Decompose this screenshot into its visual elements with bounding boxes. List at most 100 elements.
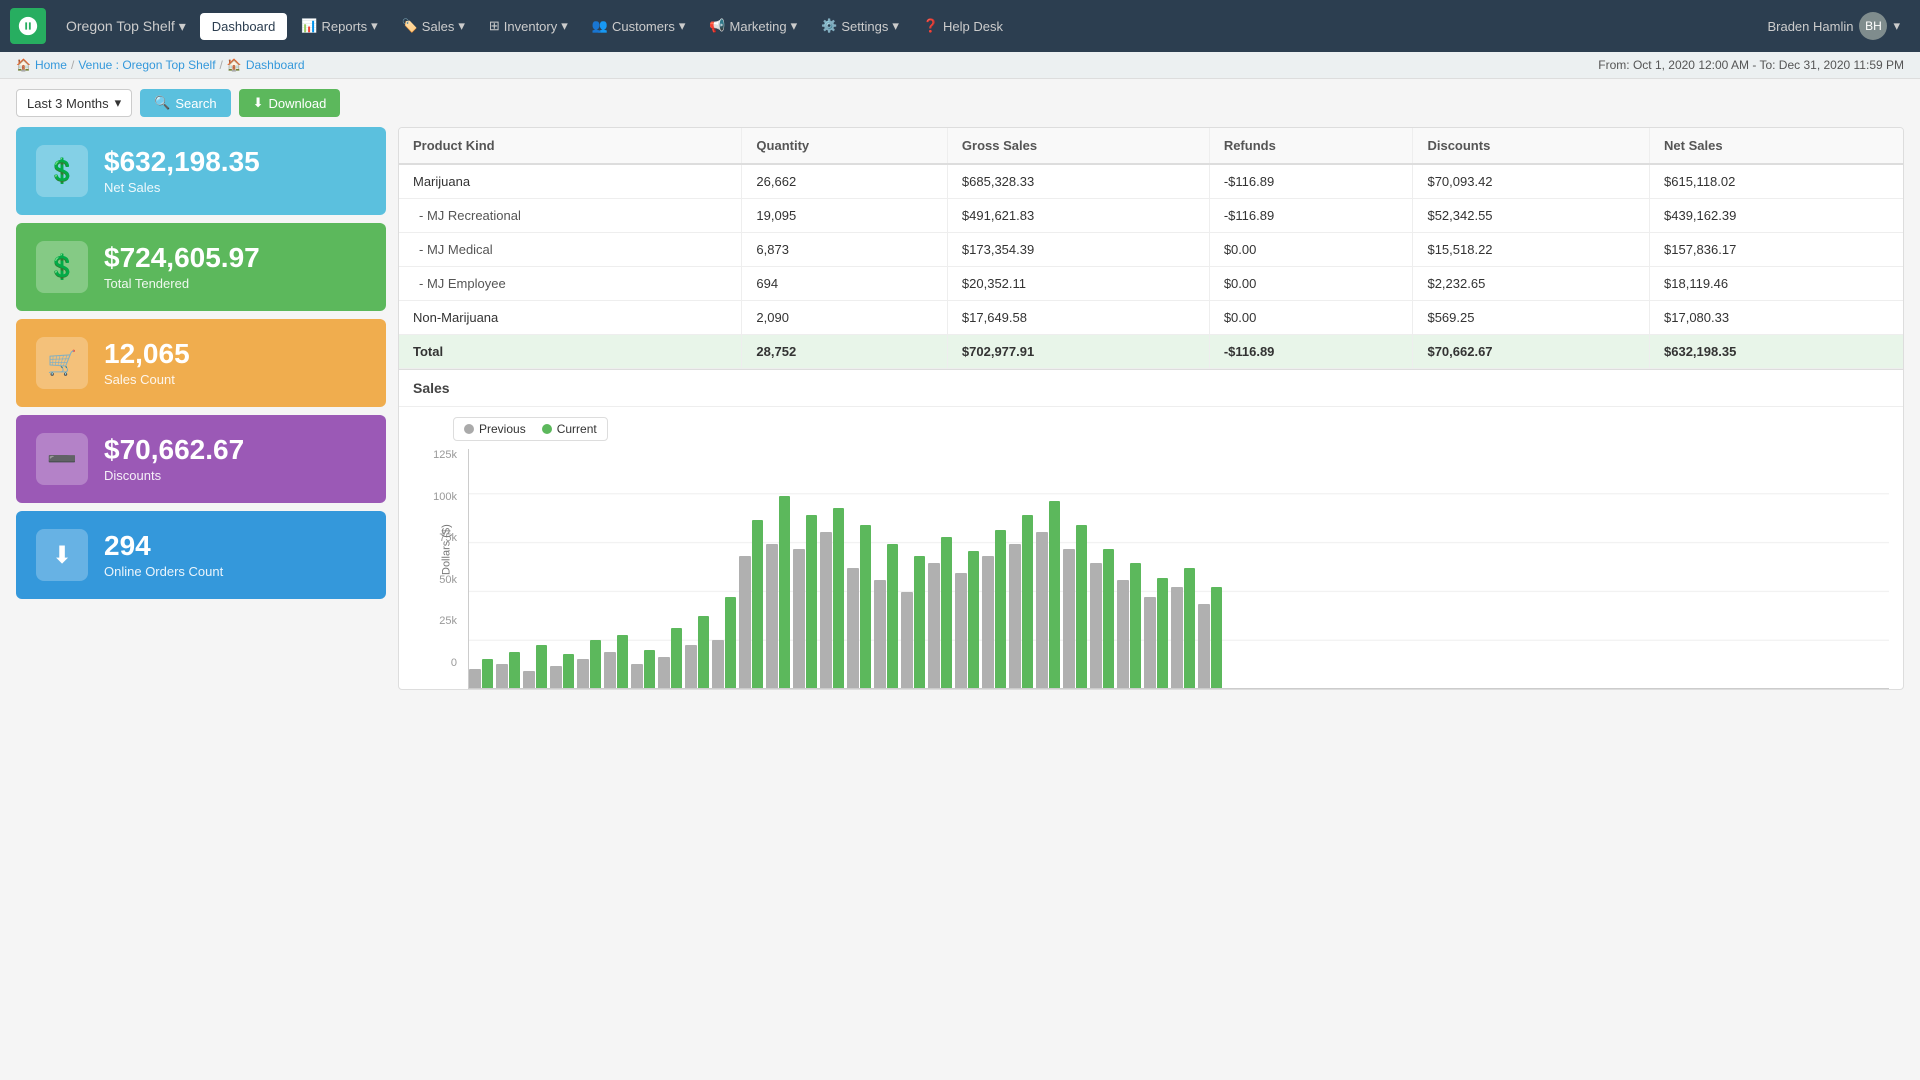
breadcrumb-venue[interactable]: Venue : Oregon Top Shelf (78, 58, 215, 72)
nav-marketing[interactable]: 📢 Marketing ▾ (699, 12, 807, 40)
col-net-sales: Net Sales (1650, 128, 1903, 164)
date-filter-select[interactable]: Last 3 Months ▾ (16, 89, 132, 117)
table-row: - MJ Employee694$20,352.11$0.00$2,232.65… (399, 267, 1903, 301)
bar-current (671, 628, 683, 688)
y-axis-label: Dollars ($) (440, 524, 452, 575)
bar-previous (1090, 563, 1102, 688)
net-sales-icon: 💲 (36, 145, 88, 197)
bar-group (766, 496, 790, 688)
download-icon: ⬇ (253, 95, 264, 111)
bar-group (1117, 563, 1141, 688)
bar-current (617, 635, 629, 688)
chart-title: Sales (399, 370, 1903, 407)
data-panel: Product Kind Quantity Gross Sales Refund… (398, 127, 1904, 690)
date-range-display: From: Oct 1, 2020 12:00 AM - To: Dec 31,… (1598, 58, 1904, 72)
bar-current (968, 551, 980, 688)
search-button[interactable]: 🔍 Search (140, 89, 230, 117)
discounts-value: $70,662.67 (104, 435, 366, 466)
discounts-label: Discounts (104, 468, 366, 483)
col-refunds: Refunds (1209, 128, 1413, 164)
chart-area: Previous Current 125k100k75k50k25k0 Doll… (399, 407, 1903, 689)
stat-card-total-tendered: 💲 $724,605.97 Total Tendered (16, 223, 386, 311)
bar-previous (712, 640, 724, 688)
breadcrumb-home[interactable]: Home (35, 58, 67, 72)
main-content: 💲 $632,198.35 Net Sales 💲 $724,605.97 To… (0, 127, 1920, 706)
bar-current (887, 544, 899, 688)
app-logo (10, 8, 46, 44)
user-menu[interactable]: Braden Hamlin BH ▾ (1757, 6, 1910, 46)
bar-previous (1063, 549, 1075, 688)
bar-current (1049, 501, 1061, 688)
bar-previous (1117, 580, 1129, 688)
net-sales-value: $632,198.35 (104, 147, 366, 178)
bar-previous (469, 669, 481, 688)
bar-current (563, 654, 575, 688)
nav-sales[interactable]: 🏷️ Sales ▾ (392, 12, 475, 40)
bar-group (658, 628, 682, 688)
bar-current (482, 659, 494, 688)
stat-card-online-orders: ⬇ 294 Online Orders Count (16, 511, 386, 599)
bar-group (955, 551, 979, 688)
bar-current (806, 515, 818, 688)
bar-group (631, 650, 655, 688)
bar-previous (523, 671, 535, 688)
online-orders-label: Online Orders Count (104, 564, 366, 579)
bar-group (523, 645, 547, 688)
sales-chart-section: Sales Previous Current 125k100k75k50k25k… (399, 369, 1903, 689)
bar-previous (739, 556, 751, 688)
download-button[interactable]: ⬇ Download (239, 89, 341, 117)
bar-group (469, 659, 493, 688)
bar-previous (793, 549, 805, 688)
legend-current: Current (542, 422, 597, 436)
nav-settings[interactable]: ⚙️ Settings ▾ (811, 12, 909, 40)
bar-current (914, 556, 926, 688)
top-navigation: Oregon Top Shelf ▾ Dashboard 📊 Reports ▾… (0, 0, 1920, 52)
nav-reports[interactable]: 📊 Reports ▾ (291, 12, 387, 40)
sales-count-icon: 🛒 (36, 337, 88, 389)
chart-legend: Previous Current (453, 417, 608, 441)
nav-dashboard[interactable]: Dashboard (200, 13, 288, 40)
bar-current (590, 640, 602, 688)
bar-current (1184, 568, 1196, 688)
sales-count-value: 12,065 (104, 339, 366, 370)
bar-previous (874, 580, 886, 688)
stat-cards-panel: 💲 $632,198.35 Net Sales 💲 $724,605.97 To… (16, 127, 386, 690)
bar-current (698, 616, 710, 688)
stat-card-net-sales: 💲 $632,198.35 Net Sales (16, 127, 386, 215)
bar-previous (847, 568, 859, 688)
bar-current (644, 650, 656, 688)
bar-group (1198, 587, 1222, 688)
nav-inventory[interactable]: ⊞ Inventory ▾ (479, 12, 578, 40)
table-row: - MJ Medical6,873$173,354.39$0.00$15,518… (399, 233, 1903, 267)
bar-group (847, 525, 871, 688)
bar-previous (658, 657, 670, 688)
table-row: Total28,752$702,977.91-$116.89$70,662.67… (399, 335, 1903, 369)
search-icon: 🔍 (154, 95, 170, 111)
bar-group (496, 652, 520, 688)
bar-previous (1144, 597, 1156, 688)
bar-previous (1036, 532, 1048, 688)
breadcrumb-bar: 🏠 Home / Venue : Oregon Top Shelf / 🏠 Da… (0, 52, 1920, 79)
bar-group (901, 556, 925, 688)
bar-previous (1009, 544, 1021, 688)
breadcrumb-dashboard[interactable]: Dashboard (246, 58, 305, 72)
bar-previous (901, 592, 913, 688)
bar-group (550, 654, 574, 688)
col-quantity: Quantity (742, 128, 948, 164)
bar-current (860, 525, 872, 688)
sales-table: Product Kind Quantity Gross Sales Refund… (399, 128, 1903, 369)
nav-customers[interactable]: 👥 Customers ▾ (582, 12, 696, 40)
bar-current (752, 520, 764, 688)
bar-group (928, 537, 952, 688)
stat-card-discounts: ➖ $70,662.67 Discounts (16, 415, 386, 503)
nav-helpdesk[interactable]: ❓ Help Desk (913, 12, 1013, 40)
bar-group (1063, 525, 1087, 688)
bar-group (982, 530, 1006, 688)
bar-current (509, 652, 521, 688)
bar-previous (604, 652, 616, 688)
brand-menu[interactable]: Oregon Top Shelf ▾ (56, 12, 196, 41)
bar-group (1090, 549, 1114, 688)
legend-previous: Previous (464, 422, 526, 436)
bar-group (712, 597, 736, 688)
bar-previous (1198, 604, 1210, 688)
